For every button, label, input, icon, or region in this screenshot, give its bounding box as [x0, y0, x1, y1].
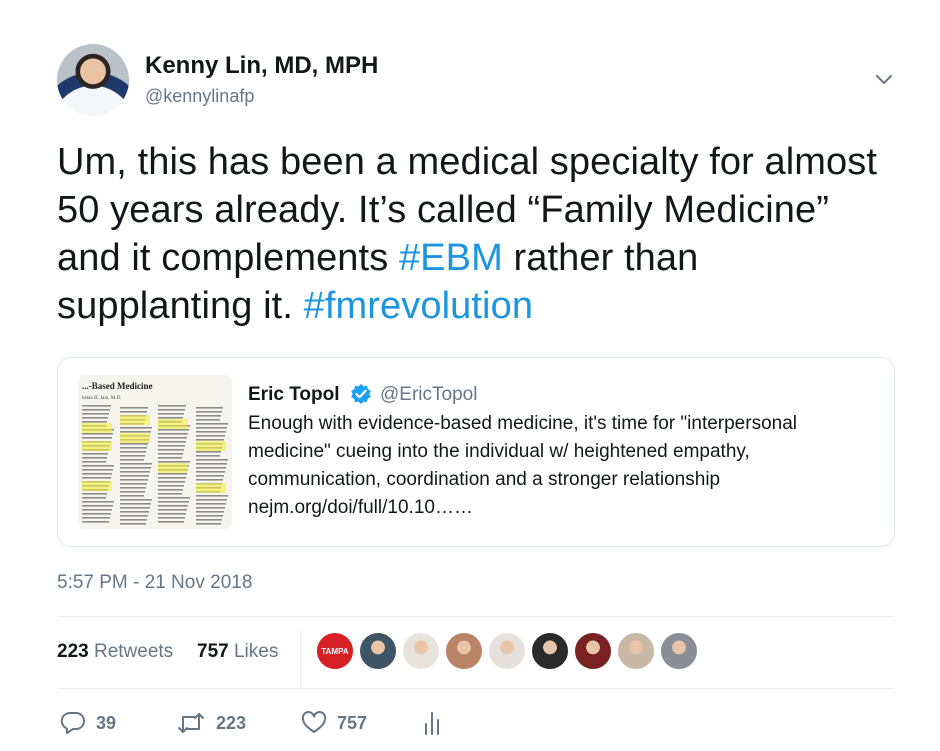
- liker-avatar[interactable]: [488, 632, 526, 670]
- retweet-button[interactable]: 223: [176, 708, 246, 738]
- quoted-tweet-card[interactable]: ...-Based Medicine hetan H. Jain, M.D. E…: [57, 357, 895, 547]
- retweet-icon: [178, 713, 204, 733]
- author-handle[interactable]: @kennylinafp: [145, 86, 254, 107]
- quoted-tweet-line: medicine" cueing into the individual w/ …: [248, 441, 750, 462]
- likes-stat[interactable]: 757 Likes: [197, 641, 278, 663]
- divider: [57, 616, 895, 617]
- analytics-button[interactable]: [421, 708, 445, 738]
- liker-avatar[interactable]: [445, 632, 483, 670]
- like-count: 757: [337, 712, 368, 733]
- thumbnail-author-line: hetan H. Jain, M.D.: [82, 396, 121, 401]
- article-scan-image: ...-Based Medicine hetan H. Jain, M.D.: [78, 375, 232, 529]
- verified-badge-icon: [350, 383, 372, 405]
- likes-label: Likes: [233, 641, 279, 662]
- more-options-button[interactable]: [871, 66, 897, 92]
- retweet-count: 223: [216, 712, 247, 733]
- liker-badge-text: TAMPA: [321, 646, 349, 656]
- analytics-icon: [425, 712, 439, 735]
- liker-avatar[interactable]: [617, 632, 655, 670]
- quoted-tweet-line: Enough with evidence-based medicine, it'…: [248, 413, 797, 434]
- quoted-author-name[interactable]: Eric Topol: [248, 384, 339, 406]
- quoted-tweet-thumbnail: ...-Based Medicine hetan H. Jain, M.D.: [78, 375, 232, 529]
- retweets-label: Retweets: [93, 641, 174, 662]
- likers-avatars: TAMPA: [316, 632, 698, 672]
- tweet-timestamp[interactable]: 5:57 PM - 21 Nov 2018: [57, 572, 252, 594]
- quoted-author-handle[interactable]: @EricTopol: [380, 384, 477, 406]
- divider: [57, 688, 895, 689]
- hashtag-fmrevolution-link[interactable]: #fmrevolution: [304, 285, 533, 327]
- liker-avatar[interactable]: [660, 632, 698, 670]
- likes-count: 757: [197, 641, 229, 662]
- hashtag-ebm-link[interactable]: #EBM: [399, 237, 503, 279]
- retweets-stat[interactable]: 223 Retweets: [57, 641, 173, 663]
- quoted-tweet-text: Enough with evidence-based medicine, it'…: [248, 410, 878, 522]
- author-display-name[interactable]: Kenny Lin, MD, MPH: [145, 52, 378, 80]
- stats-divider: [300, 631, 301, 687]
- liker-avatar[interactable]: [574, 632, 612, 670]
- tweet-text: Um, this has been a medical specialty fo…: [57, 138, 887, 330]
- chevron-down-icon: [876, 75, 892, 84]
- quoted-tweet-link[interactable]: nejm.org/doi/full/10.10……: [248, 494, 878, 522]
- like-button[interactable]: 757: [301, 708, 367, 738]
- quoted-tweet-line: communication, coordination and a strong…: [248, 469, 721, 490]
- liker-avatar[interactable]: [402, 632, 440, 670]
- retweets-count: 223: [57, 641, 89, 662]
- author-avatar[interactable]: [57, 44, 129, 116]
- liker-avatar[interactable]: TAMPA: [316, 632, 354, 670]
- reply-button[interactable]: 39: [60, 708, 116, 738]
- liker-avatar[interactable]: [359, 632, 397, 670]
- reply-icon: [60, 711, 85, 734]
- reply-count: 39: [96, 712, 117, 733]
- like-icon: [301, 711, 327, 733]
- thumbnail-heading: ...-Based Medicine: [82, 381, 153, 391]
- liker-avatar[interactable]: [531, 632, 569, 670]
